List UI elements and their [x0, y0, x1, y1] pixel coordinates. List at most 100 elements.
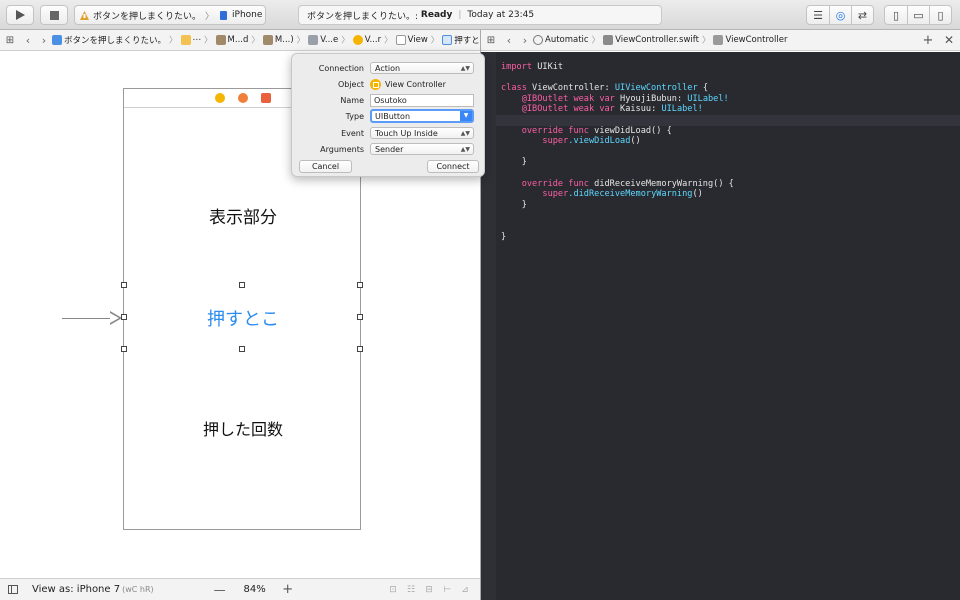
popup-caret-icon: ▲▼	[460, 130, 470, 137]
connection-row: Connection Action ▲▼	[292, 61, 484, 75]
chevron-down-icon[interactable]: ▼	[460, 111, 472, 121]
source-code[interactable]: import UIKit class ViewController: UIVie…	[501, 62, 734, 242]
canvas-bottom-bar: View as: iPhone 7 (wC hR) — 84% + ⊡ ☷ ⊟ …	[0, 578, 480, 600]
breadcrumb-view-controller[interactable]: V...r 〉	[352, 34, 396, 46]
project-file-icon	[52, 35, 62, 45]
cancel-button[interactable]: Cancel	[299, 160, 352, 173]
scheme-project-name: ボタンを押しまくりたい。	[93, 11, 202, 22]
align-icon[interactable]: ⊟	[420, 585, 438, 595]
standard-editor-icon[interactable]: ☰	[807, 6, 829, 24]
code-line: import UIKit	[501, 62, 564, 72]
resize-handle[interactable]	[121, 346, 127, 352]
label-display[interactable]: 表示部分	[124, 203, 362, 228]
push-button[interactable]: 押すとこ	[124, 305, 362, 331]
connect-button[interactable]: Connect	[427, 160, 479, 173]
arguments-popup[interactable]: Sender ▲▼	[370, 143, 474, 155]
initial-vc-arrow-inner	[110, 313, 119, 323]
toolbar: ボタンを押しまくりたい。 〉 iPhone 7 Plus ボタンを押しまくりたい…	[0, 0, 960, 30]
utilities-toggle-icon[interactable]: ▯	[929, 6, 951, 24]
breadcrumb-project[interactable]: ボタンを押しまくりたい。〉	[52, 34, 181, 46]
resize-handle[interactable]	[357, 346, 363, 352]
first-responder-dock-icon[interactable]	[238, 93, 248, 103]
type-row: Type UIButton ▼	[292, 109, 484, 123]
zoom-out-button[interactable]: —	[212, 583, 228, 597]
breadcrumb-storyboard[interactable]: M...d 〉	[215, 34, 263, 46]
run-button[interactable]	[6, 5, 34, 25]
swift-file-icon	[603, 35, 614, 45]
code-line: super.viewDidLoad()	[542, 136, 641, 147]
scheme-separator-icon: 〉	[205, 11, 215, 22]
assistant-editor-icon[interactable]: ◎	[829, 6, 851, 24]
update-frames-icon[interactable]: ⊡	[384, 585, 402, 595]
document-outline-toggle-icon[interactable]	[8, 585, 18, 594]
code-line: override func viewDidLoad() {	[521, 125, 672, 136]
back-chevron-icon[interactable]: ‹	[20, 34, 36, 47]
popup-caret-icon: ▲▼	[460, 65, 470, 72]
code-line: @IBOutlet weak var Kaisuu: UILabel!	[521, 104, 703, 115]
code-line: }	[501, 231, 507, 242]
breadcrumb-automatic[interactable]: Automatic 〉	[533, 34, 603, 46]
close-editor-icon[interactable]: ✕	[938, 33, 960, 47]
related-items-icon[interactable]: ⊞	[0, 35, 20, 46]
view-controller-icon	[352, 35, 363, 45]
breadcrumb-view[interactable]: View 〉	[395, 34, 443, 46]
breadcrumb-folder[interactable]: ⋯ 〉	[180, 34, 216, 46]
navigator-toggle-icon[interactable]: ▯	[885, 6, 907, 24]
forward-chevron-icon-right[interactable]: ›	[517, 34, 533, 47]
code-line: @IBOutlet weak var HyoujiBubun: UILabel!	[521, 93, 729, 104]
xcode-app-icon	[80, 10, 89, 20]
name-field[interactable]: Osutoko	[370, 93, 474, 107]
breadcrumb-scene[interactable]: V...e 〉	[308, 34, 353, 46]
breadcrumb-button[interactable]: 押すとこ	[442, 34, 480, 46]
activity-viewer: ボタンを押しまくりたい。: Ready | Today at 23:45	[298, 5, 662, 25]
exit-dock-icon[interactable]	[261, 93, 271, 103]
resize-handle[interactable]	[239, 346, 245, 352]
resize-handle[interactable]	[357, 282, 363, 288]
storyboard-base-icon	[262, 35, 273, 45]
pin-icon[interactable]: ⊢	[438, 585, 456, 595]
version-editor-icon[interactable]: ⇄	[851, 6, 873, 24]
resolve-issues-icon[interactable]: ⊿	[456, 585, 474, 595]
breadcrumb-swift-file[interactable]: ViewController.swift 〉	[603, 34, 713, 46]
code-line: super.didReceiveMemoryWarning()	[542, 189, 703, 200]
activity-divider: |	[458, 10, 462, 20]
forward-chevron-icon[interactable]: ›	[36, 34, 52, 47]
play-icon	[15, 10, 25, 20]
event-row: Event Touch Up Inside ▲▼	[292, 126, 484, 140]
button-element-icon	[442, 35, 453, 45]
related-items-icon-right[interactable]: ⊞	[481, 35, 501, 46]
zoom-in-button[interactable]: +	[280, 582, 296, 597]
view-controller-object-icon	[370, 78, 381, 90]
view-toggle-segment: ▯ ▭ ▯	[884, 5, 952, 25]
breadcrumb-class[interactable]: ViewController	[713, 35, 787, 45]
event-popup[interactable]: Touch Up Inside ▲▼	[370, 127, 474, 139]
arguments-row: Arguments Sender ▲▼	[292, 142, 484, 156]
back-chevron-icon-right[interactable]: ‹	[501, 34, 517, 47]
code-line: }	[521, 157, 527, 168]
view-icon	[395, 35, 406, 45]
connection-popup[interactable]: Action ▲▼	[370, 62, 474, 74]
stop-icon	[49, 10, 59, 20]
resize-handle[interactable]	[239, 282, 245, 288]
add-editor-icon[interactable]: +	[918, 33, 938, 48]
type-combo-box[interactable]: UIButton ▼	[370, 109, 474, 123]
embed-stack-icon[interactable]: ☷	[402, 585, 420, 595]
view-controller-dock-icon[interactable]	[215, 93, 225, 103]
name-row: Name Osutoko	[292, 93, 484, 107]
stop-button[interactable]	[40, 5, 68, 25]
object-value: View Controller	[370, 78, 446, 90]
debug-area-toggle-icon[interactable]: ▭	[907, 6, 929, 24]
layout-tools: ⊡ ☷ ⊟ ⊢ ⊿	[384, 585, 474, 595]
label-count[interactable]: 押した回数	[124, 416, 362, 440]
scheme-selector[interactable]: ボタンを押しまくりたい。 〉 iPhone 7 Plus	[74, 5, 266, 25]
view-as-device[interactable]: View as: iPhone 7	[32, 584, 120, 595]
breadcrumb-storyboard-base[interactable]: M...) 〉	[262, 34, 308, 46]
automatic-icon	[533, 35, 543, 45]
assistant-code-editor[interactable]: import UIKit class ViewController: UIVie…	[481, 52, 960, 600]
resize-handle[interactable]	[121, 282, 127, 288]
zoom-level: 84%	[243, 584, 266, 595]
scene-icon	[308, 35, 319, 45]
code-line: class ViewController: UIViewController {	[501, 83, 708, 94]
